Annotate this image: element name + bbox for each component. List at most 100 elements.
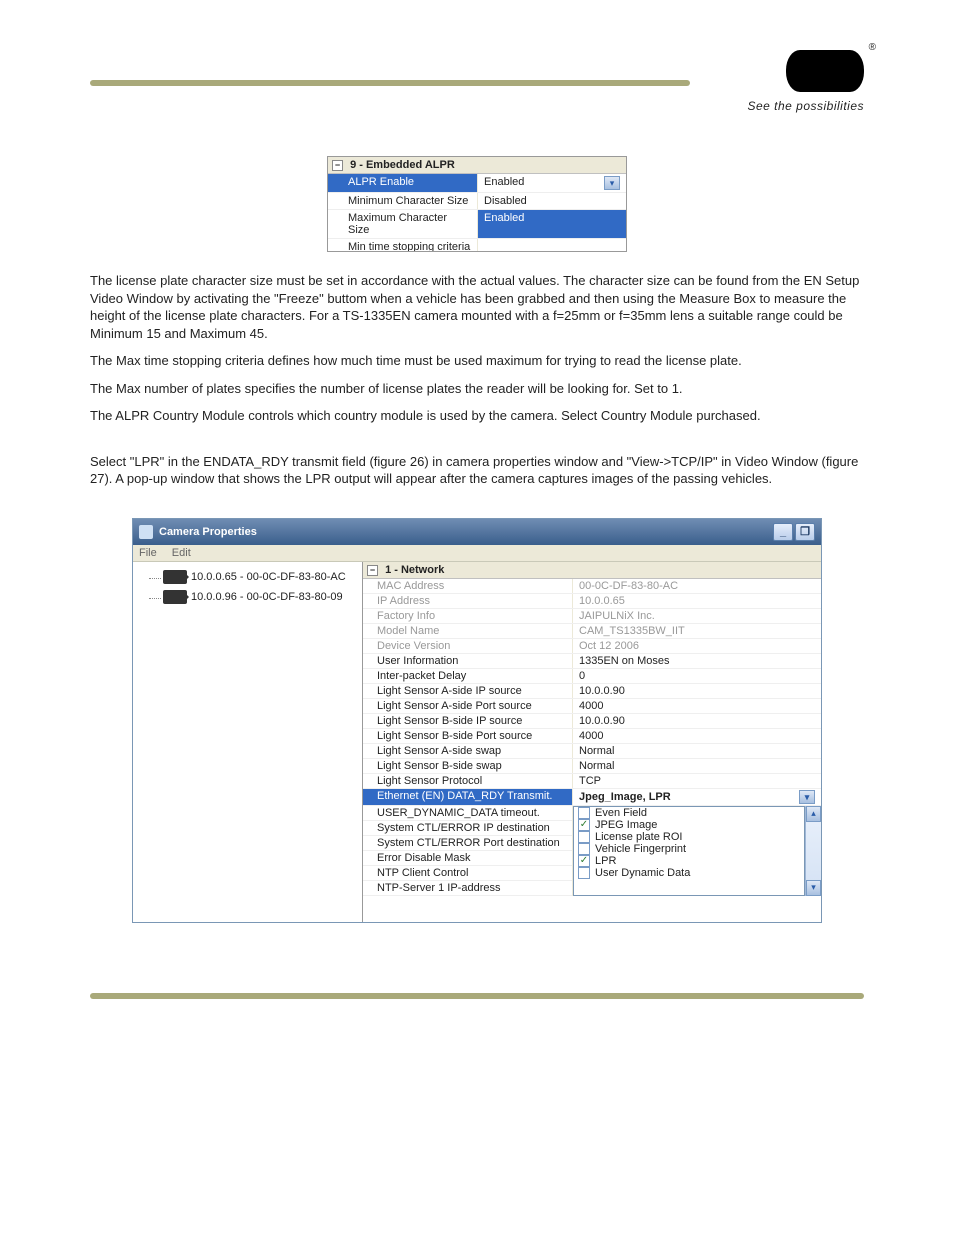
checkbox-icon[interactable] bbox=[578, 807, 590, 819]
grid-row-label[interactable]: System CTL/ERROR IP destination bbox=[363, 821, 572, 836]
window-titlebar[interactable]: Camera Properties _ ❐ bbox=[133, 519, 821, 545]
grid-row-value: JAIPULNiX Inc. bbox=[573, 609, 821, 623]
grid-row-value: 10.0.0.65 bbox=[573, 594, 821, 608]
grid-row[interactable]: Light Sensor B-side swapNormal bbox=[363, 759, 821, 774]
camera-icon bbox=[163, 570, 187, 584]
grid-row[interactable]: Light Sensor A-side swapNormal bbox=[363, 744, 821, 759]
grid-row: MAC Address00-0C-DF-83-80-AC bbox=[363, 579, 821, 594]
dropdown-option[interactable]: ✓ JPEG Image bbox=[574, 819, 804, 831]
grid-row-label: Light Sensor A-side swap bbox=[363, 744, 573, 758]
collapse-icon[interactable]: − bbox=[367, 565, 378, 576]
grid-row-value[interactable]: Jpeg_Image, LPR ▾ bbox=[573, 789, 821, 805]
brand-logo: ® See the possibilities bbox=[747, 50, 864, 113]
dropdown-option[interactable]: Vehicle Fingerprint bbox=[574, 843, 804, 855]
grid-row[interactable]: Light Sensor B-side IP source10.0.0.90 bbox=[363, 714, 821, 729]
grid-row-value[interactable]: 1335EN on Moses bbox=[573, 654, 821, 668]
camera-properties-window: Camera Properties _ ❐ File Edit 10.0.0.6… bbox=[132, 518, 822, 923]
grid-row-endata-rdy[interactable]: Ethernet (EN) DATA_RDY Transmit. Jpeg_Im… bbox=[363, 789, 821, 806]
checkbox-icon[interactable] bbox=[578, 867, 590, 879]
grid-row-value[interactable]: 4000 bbox=[573, 729, 821, 743]
alpr-row-label: Maximum Character Size bbox=[328, 210, 478, 238]
restore-button[interactable]: ❐ bbox=[795, 523, 815, 541]
dropdown-option[interactable]: License plate ROI bbox=[574, 831, 804, 843]
grid-row-label: Light Sensor B-side swap bbox=[363, 759, 573, 773]
grid-row: Device VersionOct 12 2006 bbox=[363, 639, 821, 654]
alpr-row-min-char[interactable]: Minimum Character Size Disabled bbox=[328, 193, 626, 210]
grid-row-label[interactable]: Error Disable Mask bbox=[363, 851, 572, 866]
alpr-property-grid: − 9 - Embedded ALPR ALPR Enable Enabled … bbox=[327, 156, 627, 252]
grid-row-label: Light Sensor A-side IP source bbox=[363, 684, 573, 698]
grid-row-value[interactable]: TCP bbox=[573, 774, 821, 788]
alpr-row-label: ALPR Enable bbox=[328, 174, 478, 192]
scroll-down-icon[interactable]: ▾ bbox=[806, 880, 821, 896]
grid-row-value[interactable]: 10.0.0.90 bbox=[573, 684, 821, 698]
grid-row-label[interactable]: System CTL/ERROR Port destination bbox=[363, 836, 572, 851]
dropdown-option[interactable]: User Dynamic Data bbox=[574, 867, 804, 879]
grid-row-value[interactable]: Normal bbox=[573, 744, 821, 758]
chevron-down-icon[interactable]: ▾ bbox=[799, 790, 815, 804]
scroll-up-icon[interactable]: ▴ bbox=[806, 806, 821, 822]
app-icon bbox=[139, 525, 153, 539]
camera-tree[interactable]: 10.0.0.65 - 00-0C-DF-83-80-AC 10.0.0.96 … bbox=[133, 562, 363, 922]
grid-row-value[interactable]: 0 bbox=[573, 669, 821, 683]
grid-row-value[interactable]: 10.0.0.90 bbox=[573, 714, 821, 728]
grid-row-label[interactable]: USER_DYNAMIC_DATA timeout. bbox=[363, 806, 572, 821]
tree-camera-label: 10.0.0.96 - 00-0C-DF-83-80-09 bbox=[191, 591, 343, 603]
collapse-icon[interactable]: − bbox=[332, 160, 343, 171]
grid-row-label: Light Sensor B-side IP source bbox=[363, 714, 573, 728]
grid-row[interactable]: Light Sensor ProtocolTCP bbox=[363, 774, 821, 789]
grid-row[interactable]: Light Sensor B-side Port source4000 bbox=[363, 729, 821, 744]
grid-row-label[interactable]: NTP-Server 1 IP-address bbox=[363, 881, 572, 896]
window-title: Camera Properties bbox=[159, 526, 771, 538]
alpr-row-value: Disabled bbox=[478, 193, 626, 209]
alpr-grid-header[interactable]: − 9 - Embedded ALPR bbox=[328, 157, 626, 174]
grid-row[interactable]: Light Sensor A-side IP source10.0.0.90 bbox=[363, 684, 821, 699]
property-grid: − 1 - Network MAC Address00-0C-DF-83-80-… bbox=[363, 562, 821, 922]
checkbox-icon[interactable] bbox=[578, 831, 590, 843]
dropdown-scrollbar[interactable]: ▴ ▾ bbox=[805, 806, 821, 896]
grid-header-text: 1 - Network bbox=[385, 564, 444, 576]
menu-edit[interactable]: Edit bbox=[172, 547, 191, 559]
checkbox-icon[interactable]: ✓ bbox=[578, 855, 590, 867]
tree-camera-item[interactable]: 10.0.0.65 - 00-0C-DF-83-80-AC bbox=[163, 570, 358, 584]
checkbox-icon[interactable] bbox=[578, 843, 590, 855]
paragraph-country-module: The ALPR Country Module controls which c… bbox=[90, 407, 864, 425]
grid-row[interactable]: User Information1335EN on Moses bbox=[363, 654, 821, 669]
alpr-row-value[interactable]: Enabled ▾ bbox=[478, 174, 626, 192]
paragraph-max-plates: The Max number of plates specifies the n… bbox=[90, 380, 864, 398]
dropdown-option-label: JPEG Image bbox=[595, 819, 657, 831]
grid-row: Factory InfoJAIPULNiX Inc. bbox=[363, 609, 821, 624]
checkbox-icon[interactable]: ✓ bbox=[578, 819, 590, 831]
grid-section-header[interactable]: − 1 - Network bbox=[363, 562, 821, 579]
grid-row-value: Oct 12 2006 bbox=[573, 639, 821, 653]
menu-bar[interactable]: File Edit bbox=[133, 545, 821, 562]
alpr-row-enable[interactable]: ALPR Enable Enabled ▾ bbox=[328, 174, 626, 193]
dropdown-panel[interactable]: Even Field ✓ JPEG ImageLicense plate ROIVe… bbox=[573, 806, 805, 896]
grid-row-value: 00-0C-DF-83-80-AC bbox=[573, 579, 821, 593]
grid-row-label[interactable]: NTP Client Control bbox=[363, 866, 572, 881]
chevron-down-icon[interactable]: ▾ bbox=[604, 176, 620, 190]
grid-row-label: MAC Address bbox=[363, 579, 573, 593]
dropdown-option-label: Vehicle Fingerprint bbox=[595, 843, 686, 855]
tree-camera-label: 10.0.0.65 - 00-0C-DF-83-80-AC bbox=[191, 571, 346, 583]
dropdown-option-label: LPR bbox=[595, 855, 616, 867]
dropdown-option[interactable]: Even Field bbox=[574, 807, 804, 819]
paragraph-max-time: The Max time stopping criteria defines h… bbox=[90, 352, 864, 370]
alpr-row-cut: Min time stopping criteria bbox=[328, 239, 626, 251]
dropdown-option-label: Even Field bbox=[595, 807, 647, 819]
grid-row-label: Light Sensor A-side Port source bbox=[363, 699, 573, 713]
dropdown-option-label: License plate ROI bbox=[595, 831, 682, 843]
grid-row-value[interactable]: 4000 bbox=[573, 699, 821, 713]
grid-row-value[interactable]: Normal bbox=[573, 759, 821, 773]
dropdown-option[interactable]: ✓ LPR bbox=[574, 855, 804, 867]
grid-row: IP Address10.0.0.65 bbox=[363, 594, 821, 609]
menu-file[interactable]: File bbox=[139, 547, 157, 559]
grid-row-label: IP Address bbox=[363, 594, 573, 608]
camera-icon bbox=[163, 590, 187, 604]
grid-row[interactable]: Inter-packet Delay0 bbox=[363, 669, 821, 684]
tree-camera-item[interactable]: 10.0.0.96 - 00-0C-DF-83-80-09 bbox=[163, 590, 358, 604]
minimize-button[interactable]: _ bbox=[773, 523, 793, 541]
grid-row[interactable]: Light Sensor A-side Port source4000 bbox=[363, 699, 821, 714]
alpr-row-max-char[interactable]: Maximum Character Size Enabled bbox=[328, 210, 626, 239]
alpr-row-value[interactable]: Enabled bbox=[478, 210, 626, 238]
